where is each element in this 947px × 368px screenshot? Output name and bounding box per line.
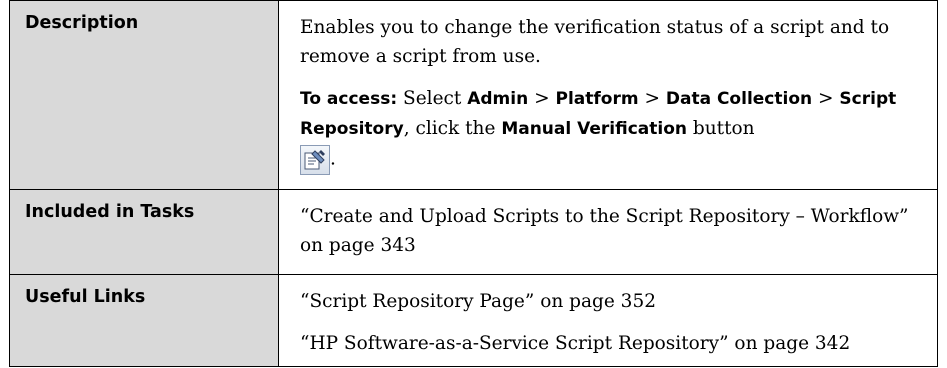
task-link[interactable]: “Create and Upload Scripts to the Script… <box>300 202 929 260</box>
reference-table: Description Enables you to change the ve… <box>9 0 938 367</box>
click-the-text: click the <box>415 118 496 139</box>
included-tasks-cell: “Create and Upload Scripts to the Script… <box>278 189 938 275</box>
path-separator: > <box>644 88 660 109</box>
useful-link-hp-saas-script-repository[interactable]: “HP Software-as-a-Service Script Reposit… <box>300 329 929 358</box>
useful-link-script-repository-page[interactable]: “Script Repository Page” on page 352 <box>300 287 929 316</box>
table-row-useful-links: Useful Links “Script Repository Page” on… <box>9 274 938 367</box>
row-label-description: Description <box>9 0 279 190</box>
description-text: Enables you to change the verification s… <box>300 17 890 67</box>
manual-verification-icon <box>300 145 330 175</box>
path-separator: > <box>534 88 550 109</box>
access-select-word: Select <box>403 88 462 109</box>
trailing-period: . <box>330 148 336 170</box>
path-comma: , <box>403 118 410 139</box>
table-row-description: Description Enables you to change the ve… <box>9 0 938 190</box>
path-admin: Admin <box>467 89 529 109</box>
row-label-included-in-tasks: Included in Tasks <box>9 189 279 275</box>
access-prefix: To access: <box>300 89 398 109</box>
useful-links-cell: “Script Repository Page” on page 352 “HP… <box>278 274 938 367</box>
access-instructions: To access: Select Admin > Platform > Dat… <box>300 84 929 175</box>
button-name: Manual Verification <box>501 119 687 139</box>
path-separator: > <box>818 88 834 109</box>
manual-verification-glyph <box>304 150 325 170</box>
button-word: button <box>692 118 755 139</box>
description-cell: Enables you to change the verification s… <box>278 0 938 190</box>
path-data-collection: Data Collection <box>665 89 813 109</box>
table-row-included-in-tasks: Included in Tasks “Create and Upload Scr… <box>9 189 938 275</box>
row-label-useful-links: Useful Links <box>9 274 279 367</box>
path-platform: Platform <box>555 89 639 109</box>
